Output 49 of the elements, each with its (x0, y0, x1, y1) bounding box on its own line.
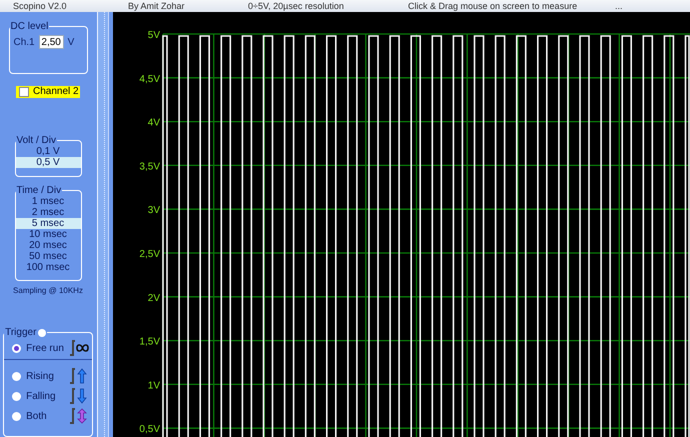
radio-button[interactable] (12, 372, 22, 381)
group-title: Trigger (5, 327, 36, 338)
axis-label: 4,5V (139, 74, 160, 85)
title-text: By Amit Zohar (128, 1, 185, 11)
integral-down-arrow-icon (68, 388, 89, 404)
channel-label: Ch.1 (14, 36, 35, 48)
oscilloscope-screen[interactable]: 5V 4,5V 4V 3,5V 3V 2,5V 2V 1,5V 1V 0,5V (113, 12, 690, 437)
title-text: 0÷5V, 20µsec resolution (248, 1, 344, 11)
scrollbar-strip[interactable] (97, 12, 109, 437)
list-option[interactable]: 10 msec (16, 229, 80, 240)
dc-level-input[interactable]: 2,50 (38, 35, 64, 49)
radio-label: Both (26, 410, 48, 422)
axis-label: 0,5V (139, 424, 160, 436)
ellipsis-text: ... (615, 1, 623, 11)
group-title: Volt / Div (16, 135, 57, 146)
unit-label: V (68, 36, 74, 48)
axis-label: 3,5V (139, 161, 160, 172)
group-title: Time / Div (16, 185, 62, 196)
list-option[interactable]: 20 msec (16, 240, 80, 252)
list-option[interactable]: 0,1 V (16, 146, 80, 158)
radio-label: Free run (26, 342, 64, 354)
list-option[interactable]: 5 msec (16, 218, 80, 230)
axis-label: 1V (148, 380, 160, 392)
title-text: Scopino V2.0 (13, 1, 67, 11)
integral-up-arrow-icon (68, 368, 89, 384)
list-option[interactable]: 1 msec (16, 196, 80, 208)
axis-label: 5V (148, 30, 160, 41)
title-text: Click & Drag mouse on screen to measure (408, 1, 578, 11)
list-option[interactable]: 100 msec (16, 262, 80, 274)
axis-label: 3V (148, 205, 160, 216)
channel-2-toggle[interactable]: Channel 2 (16, 86, 80, 98)
radio-button[interactable] (12, 344, 22, 353)
checkbox-label: Channel 2 (33, 86, 79, 98)
radio-button[interactable] (12, 412, 22, 421)
radio-label: Rising (26, 370, 55, 382)
list-option[interactable]: 0,5 V (16, 157, 80, 168)
group-title: DC level (10, 21, 50, 32)
axis-label: 2V (148, 292, 160, 304)
radio-label: Falling (26, 390, 57, 402)
sampling-note: Sampling @ 10KHz (13, 286, 83, 296)
axis-label: 4V (148, 118, 160, 129)
axis-label: 2,5V (139, 249, 160, 260)
axis-label: 1,5V (139, 336, 160, 348)
list-option[interactable]: 2 msec (16, 207, 80, 218)
integral-double-arrow-icon (68, 408, 89, 424)
list-option[interactable]: 50 msec (16, 251, 80, 262)
integral-infinity-icon (68, 340, 89, 356)
checkbox[interactable] (19, 86, 29, 97)
radio-button[interactable] (12, 392, 22, 401)
